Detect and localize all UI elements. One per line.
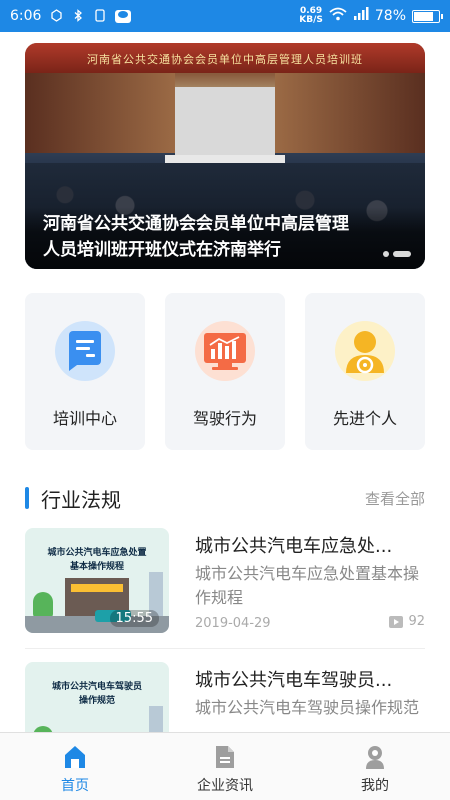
view-all-link[interactable]: 查看全部 (365, 488, 425, 509)
section-accent-bar (25, 487, 29, 509)
article-date: 2019-04-29 (195, 616, 271, 631)
status-time: 6:06 (10, 8, 42, 24)
battery-percent: 78% (374, 8, 406, 24)
category-label: 培训中心 (52, 409, 117, 428)
document-icon (212, 743, 238, 771)
video-duration: 15:55 (109, 610, 159, 627)
nav-label: 首页 (61, 778, 89, 794)
article-title[interactable]: 城市公共汽电车驾驶员... (195, 666, 425, 692)
user-icon (362, 743, 388, 771)
battery-icon (412, 9, 443, 23)
article-title[interactable]: 城市公共汽电车应急处... (195, 532, 425, 558)
signal-icon (353, 7, 369, 25)
banner-curtain-right (275, 73, 425, 153)
network-speed: 0.69 KB/S (299, 7, 323, 25)
category-training-center[interactable]: 培训中心 (25, 293, 145, 450)
section-header-regulations: 行业法规 查看全部 (25, 483, 425, 513)
wifi-icon (329, 7, 347, 25)
banner-dot[interactable] (383, 251, 389, 257)
banner-projection-screen (175, 87, 275, 155)
battery-level (414, 11, 433, 21)
wechat-icon (115, 9, 132, 23)
banner-pagination (383, 251, 411, 257)
nav-company-news[interactable]: 企业资讯 (150, 733, 300, 800)
article-summary: 城市公共汽电车驾驶员操作规范 (195, 698, 420, 717)
nav-home[interactable]: 首页 (0, 733, 150, 800)
thumbnail-tower (149, 706, 163, 732)
category-label: 驾驶行为 (192, 409, 257, 428)
article-thumbnail[interactable]: 城市公共汽电车驾驶员 操作规范 (25, 662, 169, 732)
training-document-icon (55, 321, 115, 381)
article-item[interactable]: 城市公共汽电车应急处置 基本操作规程 15:55 城市公共汽电车应急处... 城… (25, 528, 425, 633)
banner-curtain-left (25, 73, 175, 153)
net-speed-unit: KB/S (299, 15, 323, 25)
article-summary: 城市公共汽电车应急处置基本操作规程 (195, 564, 420, 607)
category-driving-behavior[interactable]: 驾驶行为 (165, 293, 285, 450)
article-view-count: 92 (389, 614, 425, 629)
category-model-individual[interactable]: 先进个人 (305, 293, 425, 450)
article-item[interactable]: 城市公共汽电车驾驶员 操作规范 城市公共汽电车驾驶员... 城市公共汽电车驾驶员… (25, 662, 425, 732)
bluetooth-icon (71, 9, 85, 23)
section-title: 行业法规 (41, 487, 121, 512)
news-banner-carousel[interactable]: 河南省公共交通协会会员单位中高层管理人员培训班 河南省公共交通协会会员单位中高层… (25, 43, 425, 269)
thumbnail-title: 城市公共汽电车应急处置 基本操作规程 (47, 548, 147, 572)
nav-label: 企业资讯 (197, 778, 253, 794)
sim-icon (93, 9, 107, 23)
nav-profile[interactable]: 我的 (300, 733, 450, 800)
bottom-navigation: 首页 企业资讯 我的 (0, 732, 450, 800)
thumbnail-tree (33, 592, 53, 618)
category-grid: 培训中心 驾驶行为 先进个人 (25, 293, 425, 450)
category-label: 先进个人 (332, 409, 397, 428)
driving-chart-icon (195, 321, 255, 381)
nav-label: 我的 (361, 778, 389, 794)
banner-caption: 河南省公共交通协会会员单位中高层管理人员培训班开班仪式在济南举行 (43, 214, 349, 260)
banner-dot-active[interactable] (393, 251, 411, 257)
banner-stage-text: 河南省公共交通协会会员单位中高层管理人员培训班 (87, 53, 363, 66)
home-icon (62, 743, 88, 771)
article-divider (25, 648, 425, 649)
status-bar: 6:06 0.69 KB/S 78% (0, 0, 450, 32)
play-icon (389, 615, 404, 628)
thumbnail-title: 城市公共汽电车驾驶员 操作规范 (51, 682, 142, 706)
article-thumbnail[interactable]: 城市公共汽电车应急处置 基本操作规程 15:55 (25, 528, 169, 633)
screenshot-icon (49, 9, 63, 23)
view-count: 92 (408, 614, 425, 629)
driver-person-icon (335, 321, 395, 381)
